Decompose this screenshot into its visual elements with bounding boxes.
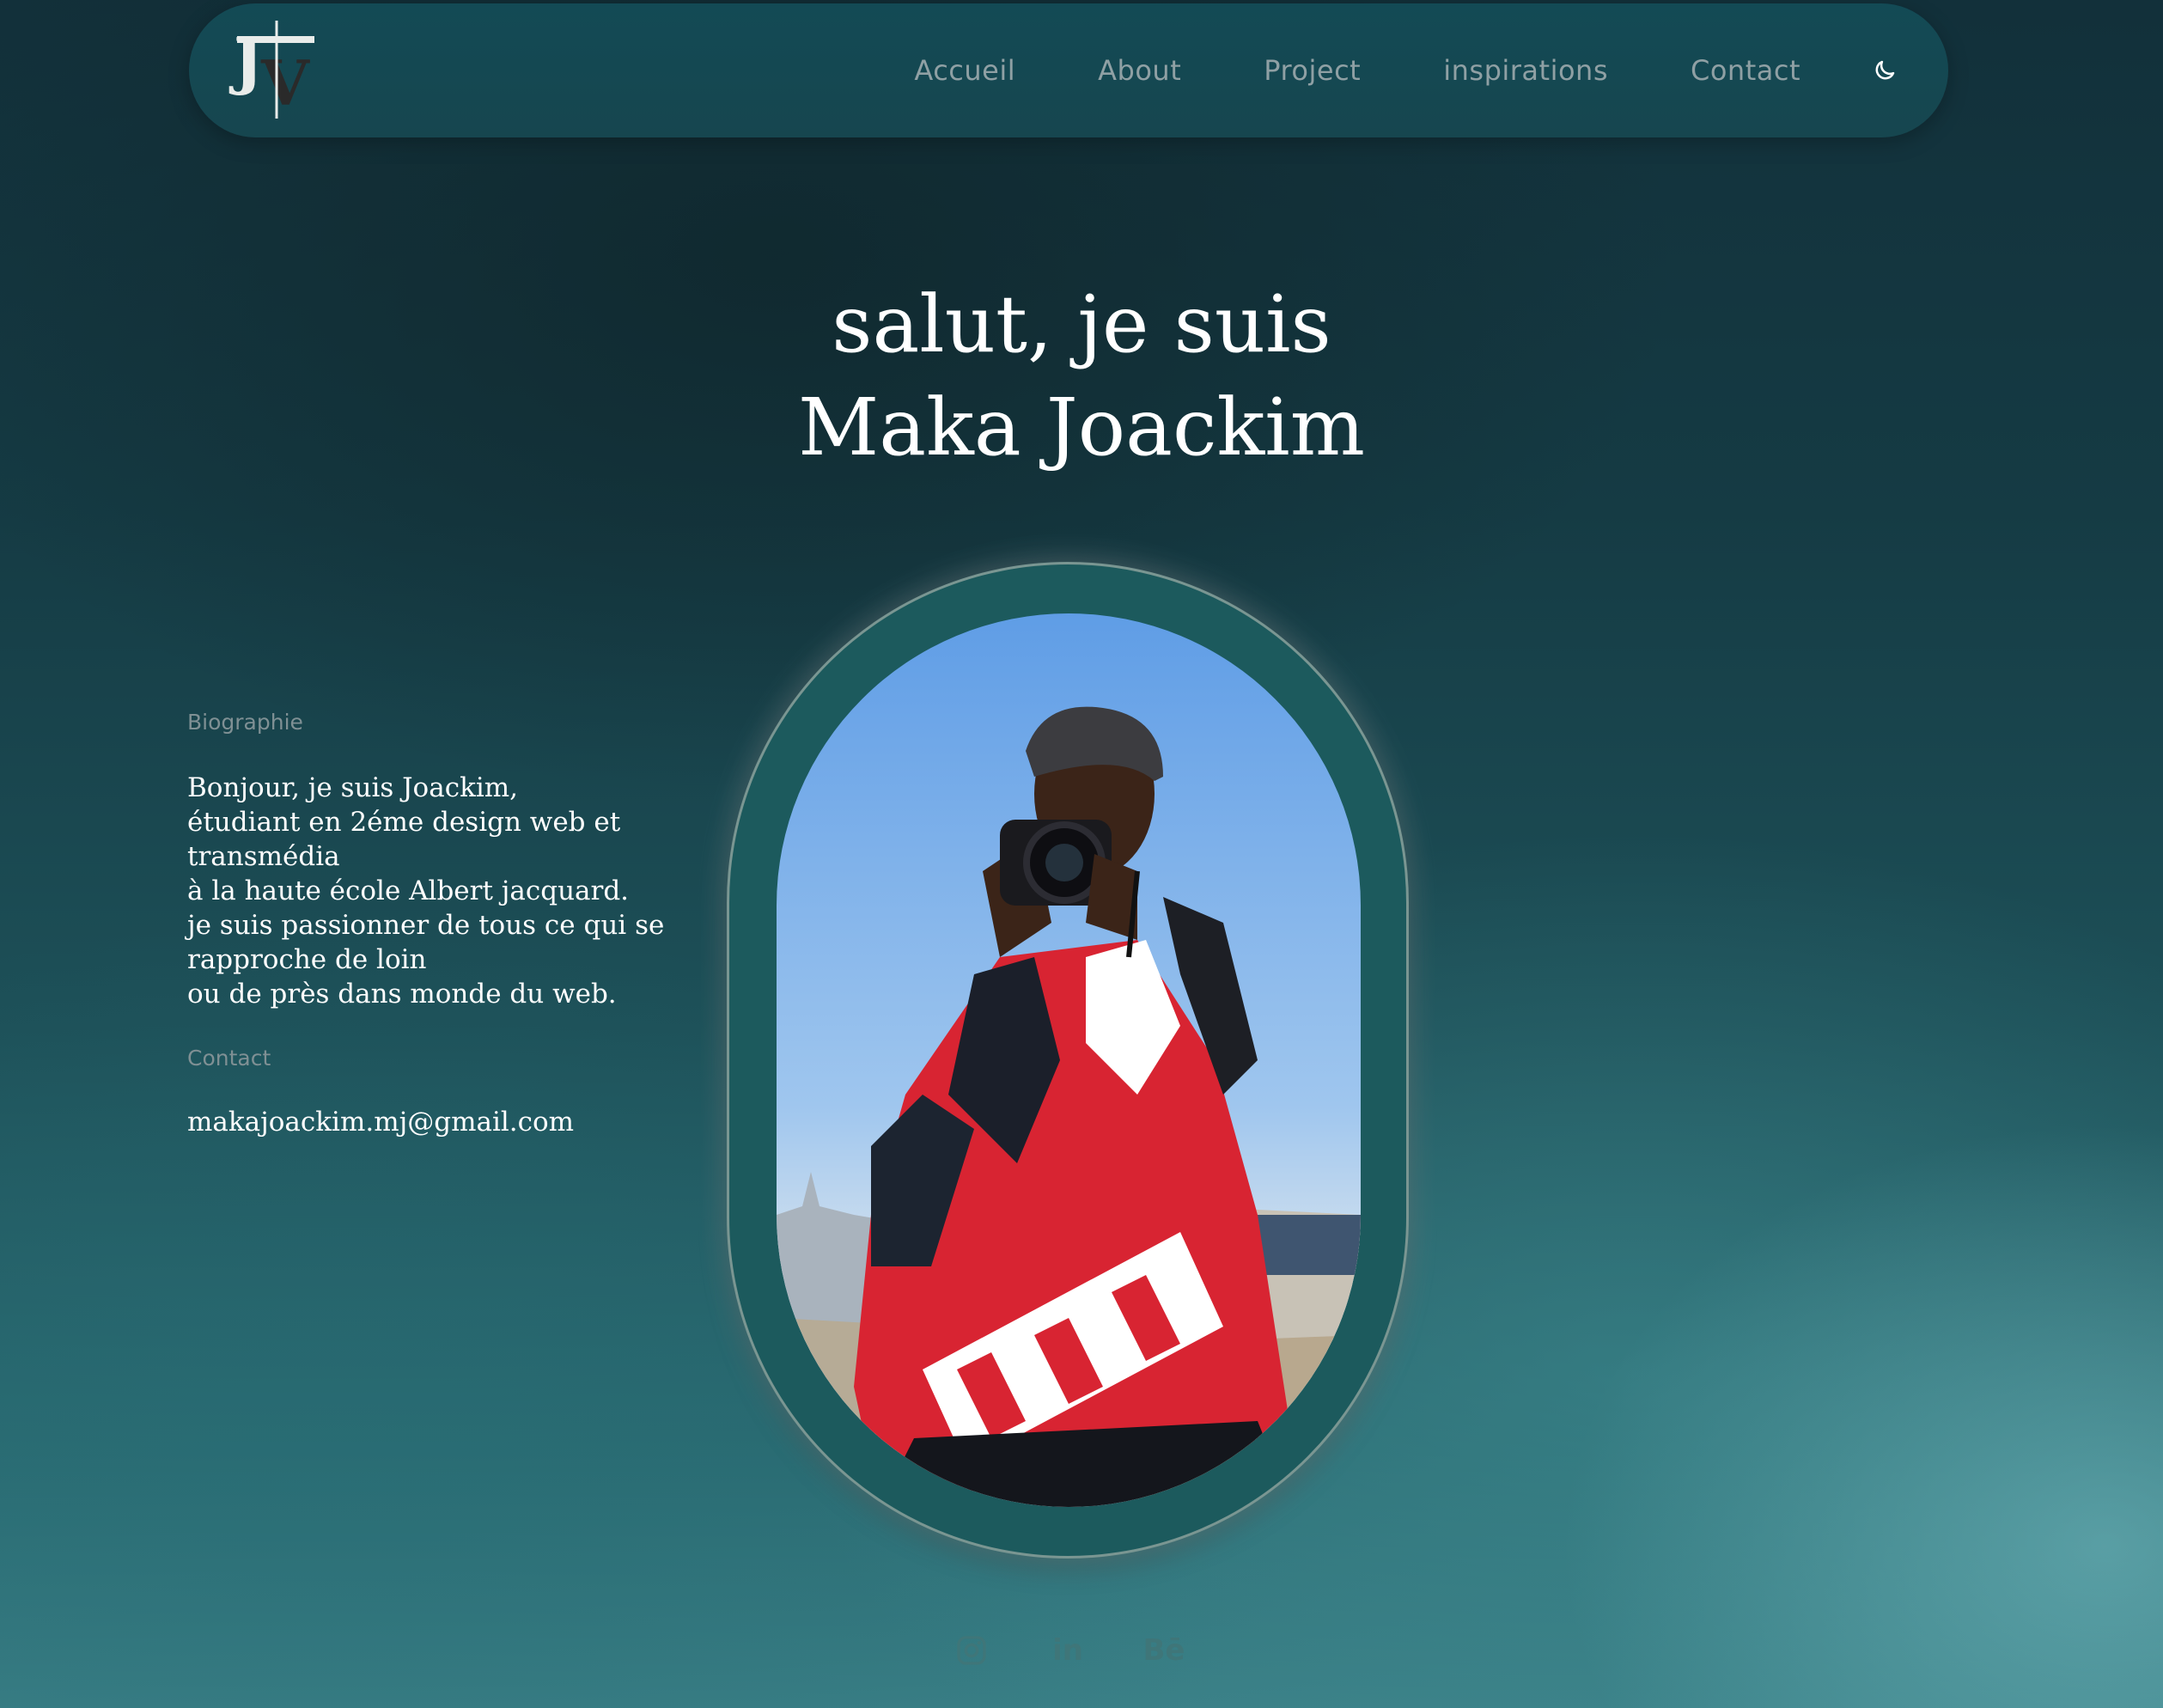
bio-label: Biographie — [187, 710, 303, 735]
svg-text:V: V — [260, 46, 310, 119]
linkedin-icon: in — [1052, 1633, 1083, 1668]
logo[interactable]: J V — [228, 19, 332, 120]
nav-links: Accueil About Project inspirations Conta… — [914, 3, 1800, 137]
instagram-link[interactable] — [954, 1632, 990, 1668]
moon-icon — [1875, 60, 1895, 80]
contact-label: Contact — [187, 1046, 271, 1071]
linkedin-link[interactable]: in — [1050, 1632, 1086, 1668]
nav-link-contact[interactable]: Contact — [1691, 54, 1800, 87]
instagram-icon — [957, 1636, 986, 1665]
navbar: J V Accueil About Project inspirations C… — [189, 3, 1948, 137]
nav-link-about[interactable]: About — [1098, 54, 1181, 87]
behance-link[interactable]: Bē — [1142, 1632, 1185, 1668]
hero-title: salut, je suis Maka Joackim — [0, 273, 2163, 479]
theme-toggle-button[interactable] — [1864, 50, 1905, 91]
behance-icon: Bē — [1142, 1633, 1185, 1668]
nav-link-project[interactable]: Project — [1264, 54, 1361, 87]
hero-name: Maka Joackim — [798, 381, 1365, 473]
email-link[interactable]: makajoackim.mj@gmail.com — [187, 1107, 703, 1138]
nav-link-accueil[interactable]: Accueil — [914, 54, 1015, 87]
hero-greeting: salut, je suis — [832, 278, 1331, 370]
svg-text:J: J — [228, 24, 263, 97]
social-links: in Bē — [954, 1632, 1185, 1668]
nav-link-inspirations[interactable]: inspirations — [1443, 54, 1608, 87]
info-panel: Biographie Bonjour, je suis Joackim, étu… — [187, 710, 703, 1138]
portrait-photo — [777, 613, 1361, 1507]
bio-text: Bonjour, je suis Joackim, étudiant en 2é… — [187, 772, 665, 1010]
